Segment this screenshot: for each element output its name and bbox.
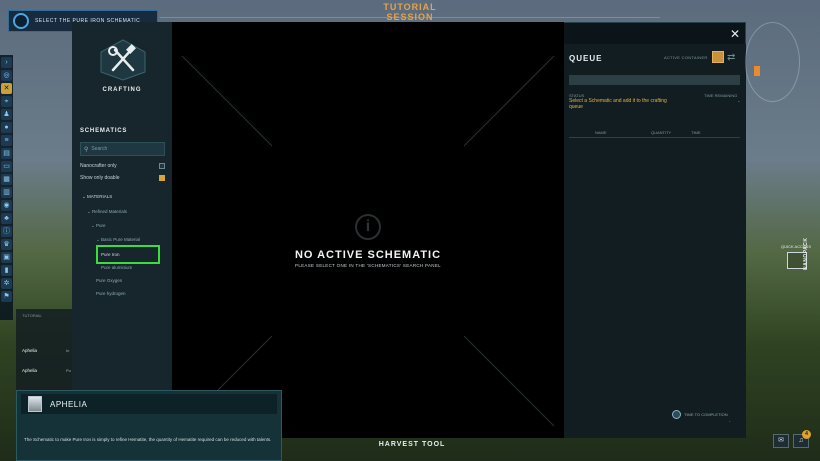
schematic-view — [172, 44, 564, 438]
queue-progress-bar — [569, 75, 740, 85]
doable-checkbox[interactable] — [159, 175, 165, 181]
harvest-tool-label: HARVEST TOOL — [378, 441, 446, 448]
schematics-title: SCHEMATICS — [80, 128, 128, 134]
tree-basic-pure-material[interactable]: ⌄ Basic Pure Material — [96, 237, 140, 243]
queue-columns: NAME QUANTITY TIME — [569, 130, 740, 138]
column-name: NAME — [595, 130, 607, 135]
trophy-icon[interactable]: ♛ — [1, 239, 12, 250]
column-quantity: QUANTITY — [651, 130, 672, 135]
user-icon[interactable]: ♟ — [1, 109, 12, 120]
option-label: Show only doable — [80, 175, 120, 181]
nanopack-label[interactable]: NANOPACK — [803, 237, 809, 270]
avatar — [28, 396, 42, 412]
clock-icon — [672, 410, 681, 419]
info-icon: i — [355, 214, 381, 240]
time-remaining-value: - — [738, 99, 740, 105]
search-input[interactable] — [91, 146, 162, 152]
group-icon[interactable]: ♣ — [1, 213, 12, 224]
dialog-text: The Schematic to make Pure Iron is simpl… — [24, 437, 272, 442]
option-show-only-doable[interactable]: Show only doable — [80, 175, 165, 181]
dialog-header: APHELIA — [21, 394, 277, 414]
corner-guides — [181, 55, 555, 427]
swap-icon[interactable]: ⇄ — [727, 52, 735, 63]
schematic-search[interactable]: ⚲ — [80, 142, 165, 156]
tutorial-title-line2: SESSION — [386, 12, 434, 22]
search-icon: ⚲ — [84, 146, 89, 153]
active-container-label: ACTIVE CONTAINER — [664, 55, 708, 60]
schematics-panel — [72, 22, 172, 438]
chat-tab-tutorial[interactable]: TUTORIAL — [22, 313, 42, 318]
queue-title: QUEUE — [569, 54, 603, 63]
tree-pure-hydrogen[interactable]: Pure hydrogen — [96, 291, 126, 296]
planet-icon[interactable]: ◉ — [1, 200, 12, 211]
tree-pure[interactable]: ⌄ Pure — [91, 223, 106, 229]
left-icon-bar: › ◎ ✕ ⌖ ♟ ● ≡ ▤ ▭ ▦ ▥ ◉ ♣ ⓘ ♛ ▣ ▮ ✲ ⚑ — [0, 55, 13, 320]
tutorial-highlight — [96, 245, 160, 264]
no-active-subtitle: PLEASE SELECT ONE IN THE 'SCHEMATICS' SE… — [295, 263, 441, 268]
time-to-completion: TIME TO COMPLETION — [672, 410, 728, 419]
building-icon[interactable]: ▦ — [1, 174, 12, 185]
tree-pure-aluminium[interactable]: Pure aluminium — [101, 265, 132, 270]
time-to-completion-value: - — [729, 418, 731, 423]
tree-refined-materials[interactable]: ⌄ Refined Materials — [87, 209, 127, 215]
flag-icon[interactable]: ⚑ — [1, 291, 12, 302]
chat-message: In — [66, 348, 70, 353]
info-icon[interactable]: ⓘ — [1, 226, 12, 237]
chat-sender: Aphelia — [22, 348, 38, 353]
tree-materials[interactable]: ⌄ MATERIALS — [82, 194, 112, 200]
crafting-icon[interactable]: ✕ — [1, 83, 12, 94]
objective-icon — [13, 13, 29, 29]
notification-badge: 4 — [802, 430, 811, 439]
tree-pure-oxygen[interactable]: Pure Oxygen — [96, 278, 122, 283]
option-nanocrafter-only[interactable]: Nanocrafter only — [80, 163, 165, 169]
waypoint-marker-icon — [754, 66, 760, 76]
coin-icon[interactable]: ● — [1, 122, 12, 133]
chat-button[interactable]: ✉ — [773, 434, 789, 448]
map-icon[interactable]: ⌖ — [1, 96, 12, 107]
crafting-label: CRAFTING — [102, 87, 142, 93]
no-active-title: NO ACTIVE SCHEMATIC — [294, 249, 442, 261]
crafting-icon — [100, 39, 146, 81]
lock-icon[interactable]: ▮ — [1, 265, 12, 276]
tutorial-session-title: TUTORIAL SESSION — [370, 2, 450, 22]
camera-icon[interactable]: ▣ — [1, 252, 12, 263]
time-to-completion-label: TIME TO COMPLETION — [684, 412, 728, 417]
factory-icon[interactable]: ▥ — [1, 187, 12, 198]
list-icon[interactable]: ≡ — [1, 135, 12, 146]
globe-icon[interactable]: ◎ — [1, 70, 12, 81]
compass — [745, 22, 800, 102]
status-value: Select a Schematic and add it to the cra… — [569, 98, 667, 110]
settings-icon[interactable]: ✲ — [1, 278, 12, 289]
column-time: TIME — [691, 130, 701, 135]
close-button[interactable]: ✕ — [727, 26, 743, 42]
chat-sender: Aphelia — [22, 368, 38, 373]
chevron-right-icon[interactable]: › — [1, 57, 12, 68]
time-remaining-label: TIME REMAINING — [704, 93, 738, 98]
chat-icon[interactable]: ▭ — [1, 161, 12, 172]
container-icon[interactable] — [712, 51, 724, 63]
option-label: Nanocrafter only — [80, 163, 117, 169]
nanocrafter-checkbox[interactable] — [159, 163, 165, 169]
window-header — [172, 22, 564, 44]
chart-icon[interactable]: ▤ — [1, 148, 12, 159]
dialog-speaker: APHELIA — [50, 399, 88, 409]
tutorial-title-line1: TUTORIAL — [383, 2, 437, 12]
chat-message: Pu — [66, 368, 71, 373]
